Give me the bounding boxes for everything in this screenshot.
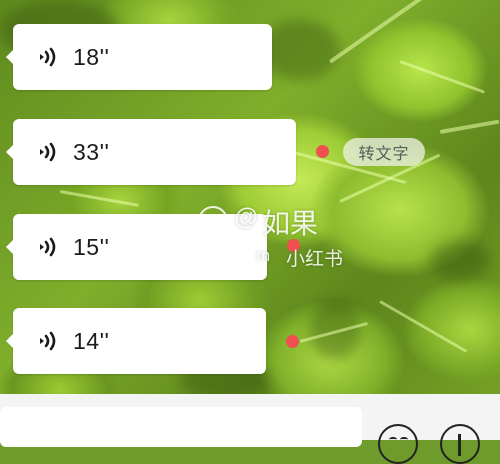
watermark-platform: 小红书 [286,249,344,270]
voice-message-bubble[interactable]: 15'' [6,214,267,280]
leaf-shadow [260,20,340,80]
leaf-shadow [430,240,490,280]
leaf-vein [328,0,430,64]
voice-message-bubble[interactable]: 14'' [6,308,266,374]
voice-message-bubble[interactable]: 33'' [6,119,296,185]
message-input[interactable] [0,407,362,447]
convert-to-text-button[interactable]: 转文字 [343,138,425,166]
voice-duration: 14'' [73,327,110,354]
watermark-id: m [256,246,271,265]
voice-message-bubble[interactable]: 18'' [6,24,272,90]
voice-wave-icon [35,44,61,70]
leaf-vein [399,60,486,94]
watermark-at: @ [234,204,259,231]
watermark-name: 如果 [262,208,319,239]
voice-wave-icon [35,328,61,354]
leaf-vein [379,300,468,353]
watermark-logo-icon [198,206,228,236]
unread-dot [286,335,299,348]
leaf-vein [439,119,500,134]
voice-wave-icon [35,234,61,260]
voice-duration: 33'' [73,138,110,165]
emoji-button[interactable] [378,424,418,464]
unread-dot [316,145,329,158]
voice-wave-icon [35,139,61,165]
voice-duration: 15'' [73,233,110,260]
plus-icon [458,434,461,456]
plus-button[interactable] [440,424,480,464]
leaf-vein [59,190,140,207]
voice-duration: 18'' [73,43,110,70]
